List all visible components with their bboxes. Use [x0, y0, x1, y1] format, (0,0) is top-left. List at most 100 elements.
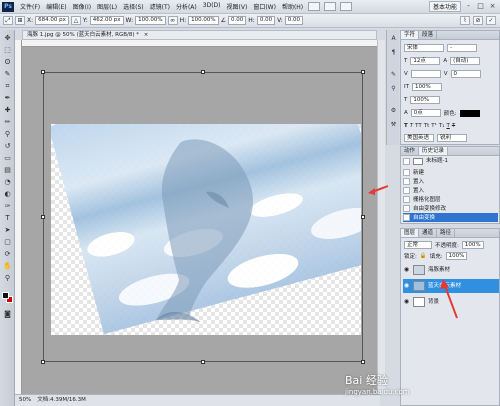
snapshot-checkbox[interactable] [403, 157, 410, 165]
baseline-field[interactable]: 0点 [410, 109, 441, 117]
history-step-checkbox[interactable] [403, 178, 410, 185]
tab-layers[interactable]: 图层 [401, 229, 420, 237]
eraser-tool-icon[interactable]: ▭ [2, 154, 13, 163]
faux-bold-icon[interactable]: T [404, 123, 408, 129]
v-skew-field[interactable]: 0.00 [284, 16, 303, 25]
zoom-level[interactable]: 50% [19, 395, 31, 406]
faux-italic-icon[interactable]: T [410, 123, 413, 129]
small-caps-icon[interactable]: Tt [424, 123, 430, 129]
foreground-color-swatch[interactable] [2, 292, 9, 299]
x-field[interactable]: 684.00 px [35, 16, 69, 25]
transform-handle[interactable] [41, 360, 45, 364]
transform-handle[interactable] [201, 70, 205, 74]
paragraph-panel-icon[interactable]: ¶ [389, 48, 398, 57]
menu-item[interactable]: 选择(S) [120, 2, 147, 11]
warp-icon[interactable]: ⌇ [460, 16, 470, 25]
history-step-checkbox[interactable] [403, 169, 410, 176]
reference-point-icon[interactable]: ⊞ [15, 16, 25, 25]
transform-handle[interactable] [361, 360, 365, 364]
path-select-tool-icon[interactable]: ➤ [2, 226, 13, 235]
history-step[interactable]: 自由变换 [403, 213, 498, 222]
font-family-select[interactable]: 宋体 [404, 44, 444, 52]
quick-select-tool-icon[interactable]: ✎ [2, 70, 13, 79]
healing-brush-tool-icon[interactable]: ✚ [2, 106, 13, 115]
tab-paragraph[interactable]: 段落 [419, 31, 438, 39]
commit-transform-icon[interactable]: ✓ [486, 16, 496, 25]
blur-tool-icon[interactable]: ◔ [2, 178, 13, 187]
pen-tool-icon[interactable]: ✑ [2, 202, 13, 211]
dodge-tool-icon[interactable]: ◐ [2, 190, 13, 199]
transform-tool-icon[interactable]: ⤢ [3, 16, 13, 25]
adjust-icon[interactable]: ⚒ [389, 120, 398, 129]
relative-position-icon[interactable]: △ [70, 16, 81, 25]
clone-stamp-tool-icon[interactable]: ⚲ [2, 130, 13, 139]
close-tab-icon[interactable]: × [144, 32, 149, 38]
transform-handle[interactable] [41, 70, 45, 74]
menu-item[interactable]: 图层(L) [94, 2, 120, 11]
menu-item[interactable]: 分析(A) [173, 2, 200, 11]
text-color-swatch[interactable] [459, 109, 480, 117]
horizontal-scale-field[interactable]: 100% [410, 96, 441, 104]
y-field[interactable]: 462.00 px [89, 16, 124, 25]
underline-icon[interactable]: T [446, 123, 449, 129]
transform-handle[interactable] [361, 215, 365, 219]
type-tool-icon[interactable]: T [2, 214, 13, 223]
marquee-tool-icon[interactable]: ⬚ [2, 46, 13, 55]
brush-tool-icon[interactable]: ✏ [2, 118, 13, 127]
tab-paths[interactable]: 路径 [437, 229, 456, 237]
transform-handle[interactable] [41, 215, 45, 219]
vertical-scale-field[interactable]: 100% [411, 83, 442, 91]
tracking-field[interactable]: 0 [450, 70, 481, 78]
transform-bounding-box[interactable] [41, 70, 365, 364]
canvas-area[interactable] [22, 47, 377, 394]
menu-item[interactable]: 编辑(E) [43, 2, 69, 11]
leading-field[interactable]: (自动) [450, 57, 481, 65]
tab-history[interactable]: 历史记录 [419, 147, 449, 155]
visibility-eye-icon[interactable]: ◉ [403, 295, 410, 309]
history-step-checkbox[interactable] [403, 187, 410, 194]
fill-field[interactable]: 100% [445, 252, 468, 260]
menu-item[interactable]: 滤镜(T) [147, 2, 173, 11]
move-tool-icon[interactable]: ✥ [2, 34, 13, 43]
quick-mask-icon[interactable]: ◙ [2, 310, 13, 319]
menu-item[interactable]: 视图(V) [224, 2, 251, 11]
history-snapshot[interactable]: 未标题-1 [403, 156, 498, 166]
width-field[interactable]: 100.00% [135, 16, 166, 25]
eyedropper-tool-icon[interactable]: ✒ [2, 94, 13, 103]
history-step-checkbox[interactable] [403, 214, 410, 221]
opacity-field[interactable]: 100% [461, 241, 484, 249]
lasso-tool-icon[interactable]: ʘ [2, 58, 13, 67]
blend-mode-select[interactable]: 正常 [404, 241, 432, 249]
shape-tool-icon[interactable]: ▢ [2, 238, 13, 247]
tool-presets-icon[interactable]: ⚙ [389, 106, 398, 115]
mini-bridge-icon[interactable] [324, 2, 337, 11]
menu-item[interactable]: 帮助(H) [279, 2, 306, 11]
strikethrough-icon[interactable]: T [452, 123, 455, 129]
view-extras-icon[interactable] [340, 2, 353, 11]
3d-rotate-tool-icon[interactable]: ⟳ [2, 250, 13, 259]
vertical-scrollbar[interactable] [377, 40, 385, 394]
menu-item[interactable]: 图像(I) [70, 2, 94, 11]
cancel-transform-icon[interactable]: ⊘ [473, 16, 483, 25]
history-step-checkbox[interactable] [403, 196, 410, 203]
tab-actions[interactable]: 动作 [401, 147, 420, 155]
zoom-tool-icon[interactable]: ⚲ [2, 274, 13, 283]
language-select[interactable]: 美国英语 [404, 134, 434, 142]
layer-row[interactable]: ◉ 海豚素材 [403, 263, 499, 277]
font-size-field[interactable]: 12点 [410, 57, 441, 65]
hand-tool-icon[interactable]: ✋ [2, 262, 13, 271]
workspace-switcher[interactable]: 基本功能 [428, 1, 461, 12]
bridge-icon[interactable] [308, 2, 321, 11]
h-skew-field[interactable]: 0.00 [256, 16, 276, 25]
tab-character[interactable]: 字符 [401, 31, 420, 39]
superscript-icon[interactable]: T¹ [431, 123, 437, 129]
minimize-button[interactable]: - [464, 2, 473, 11]
angle-field[interactable]: 0.00 [228, 16, 247, 25]
close-button[interactable]: × [488, 2, 497, 11]
font-style-select[interactable]: - [447, 44, 477, 52]
crop-tool-icon[interactable]: ⌗ [2, 82, 13, 91]
brush-panel-icon[interactable]: ✎ [389, 70, 398, 79]
all-caps-icon[interactable]: TT [415, 123, 422, 129]
link-icon[interactable]: ∞ [167, 16, 178, 25]
maximize-button[interactable]: □ [476, 2, 485, 11]
